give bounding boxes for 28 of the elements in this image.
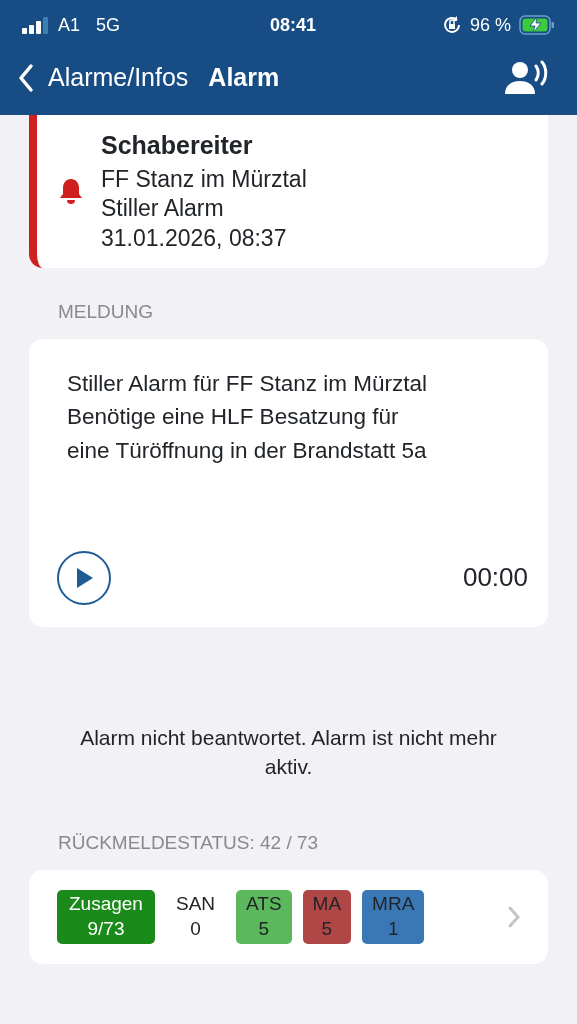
message-line: Benötige eine HLF Besatzung für [67, 403, 400, 432]
alarm-title: Schabereiter [101, 130, 254, 161]
alarm-detail: FF Stanz im Mürztal [101, 164, 307, 194]
battery-percentage: 96 % [469, 13, 511, 37]
network-label: 5G [96, 13, 121, 37]
section-header: RÜCKMELDESTATUS: 42 / 73 [58, 831, 320, 856]
clock-time: 08:41 [269, 13, 317, 37]
carrier-label: A1 [58, 13, 81, 37]
rotation-lock-icon [441, 15, 462, 35]
response-count[interactable]: ATS 5 [236, 890, 292, 944]
play-icon [74, 566, 94, 589]
response-count[interactable]: Zusagen 9/73 [57, 890, 155, 944]
section-header: MELDUNG [58, 300, 154, 325]
response-count[interactable]: SAN 0 [165, 890, 226, 944]
back-chevron-icon [18, 63, 34, 93]
alarm-detail: Stiller Alarm [101, 194, 225, 224]
audio-duration: 00:00 [462, 561, 528, 595]
bell-icon [57, 176, 85, 205]
alarm-detail: 31.01.2026, 08:37 [101, 224, 288, 254]
back-button[interactable]: Alarme/Infos [18, 59, 189, 97]
play-button[interactable] [57, 550, 111, 605]
signal-icon [22, 16, 50, 34]
message-line: Stiller Alarm für FF Stanz im Mürztal [67, 369, 429, 398]
status-notice: Alarm nicht beantwortet. Alarm ist nicht mehr aktiv. [80, 724, 497, 781]
alarm-card[interactable]: Schabereiter FF Stanz im Mürztal Stiller Alarm 31.01.2026, 08:37 [29, 115, 548, 269]
page-title: Alarm [208, 62, 280, 94]
message-line: eine Türöffnung in der Brandstatt 5a [67, 437, 428, 466]
response-card[interactable]: Zusagen 9/73 SAN 0 ATS 5 MA 5 MRA 1 [29, 869, 548, 964]
